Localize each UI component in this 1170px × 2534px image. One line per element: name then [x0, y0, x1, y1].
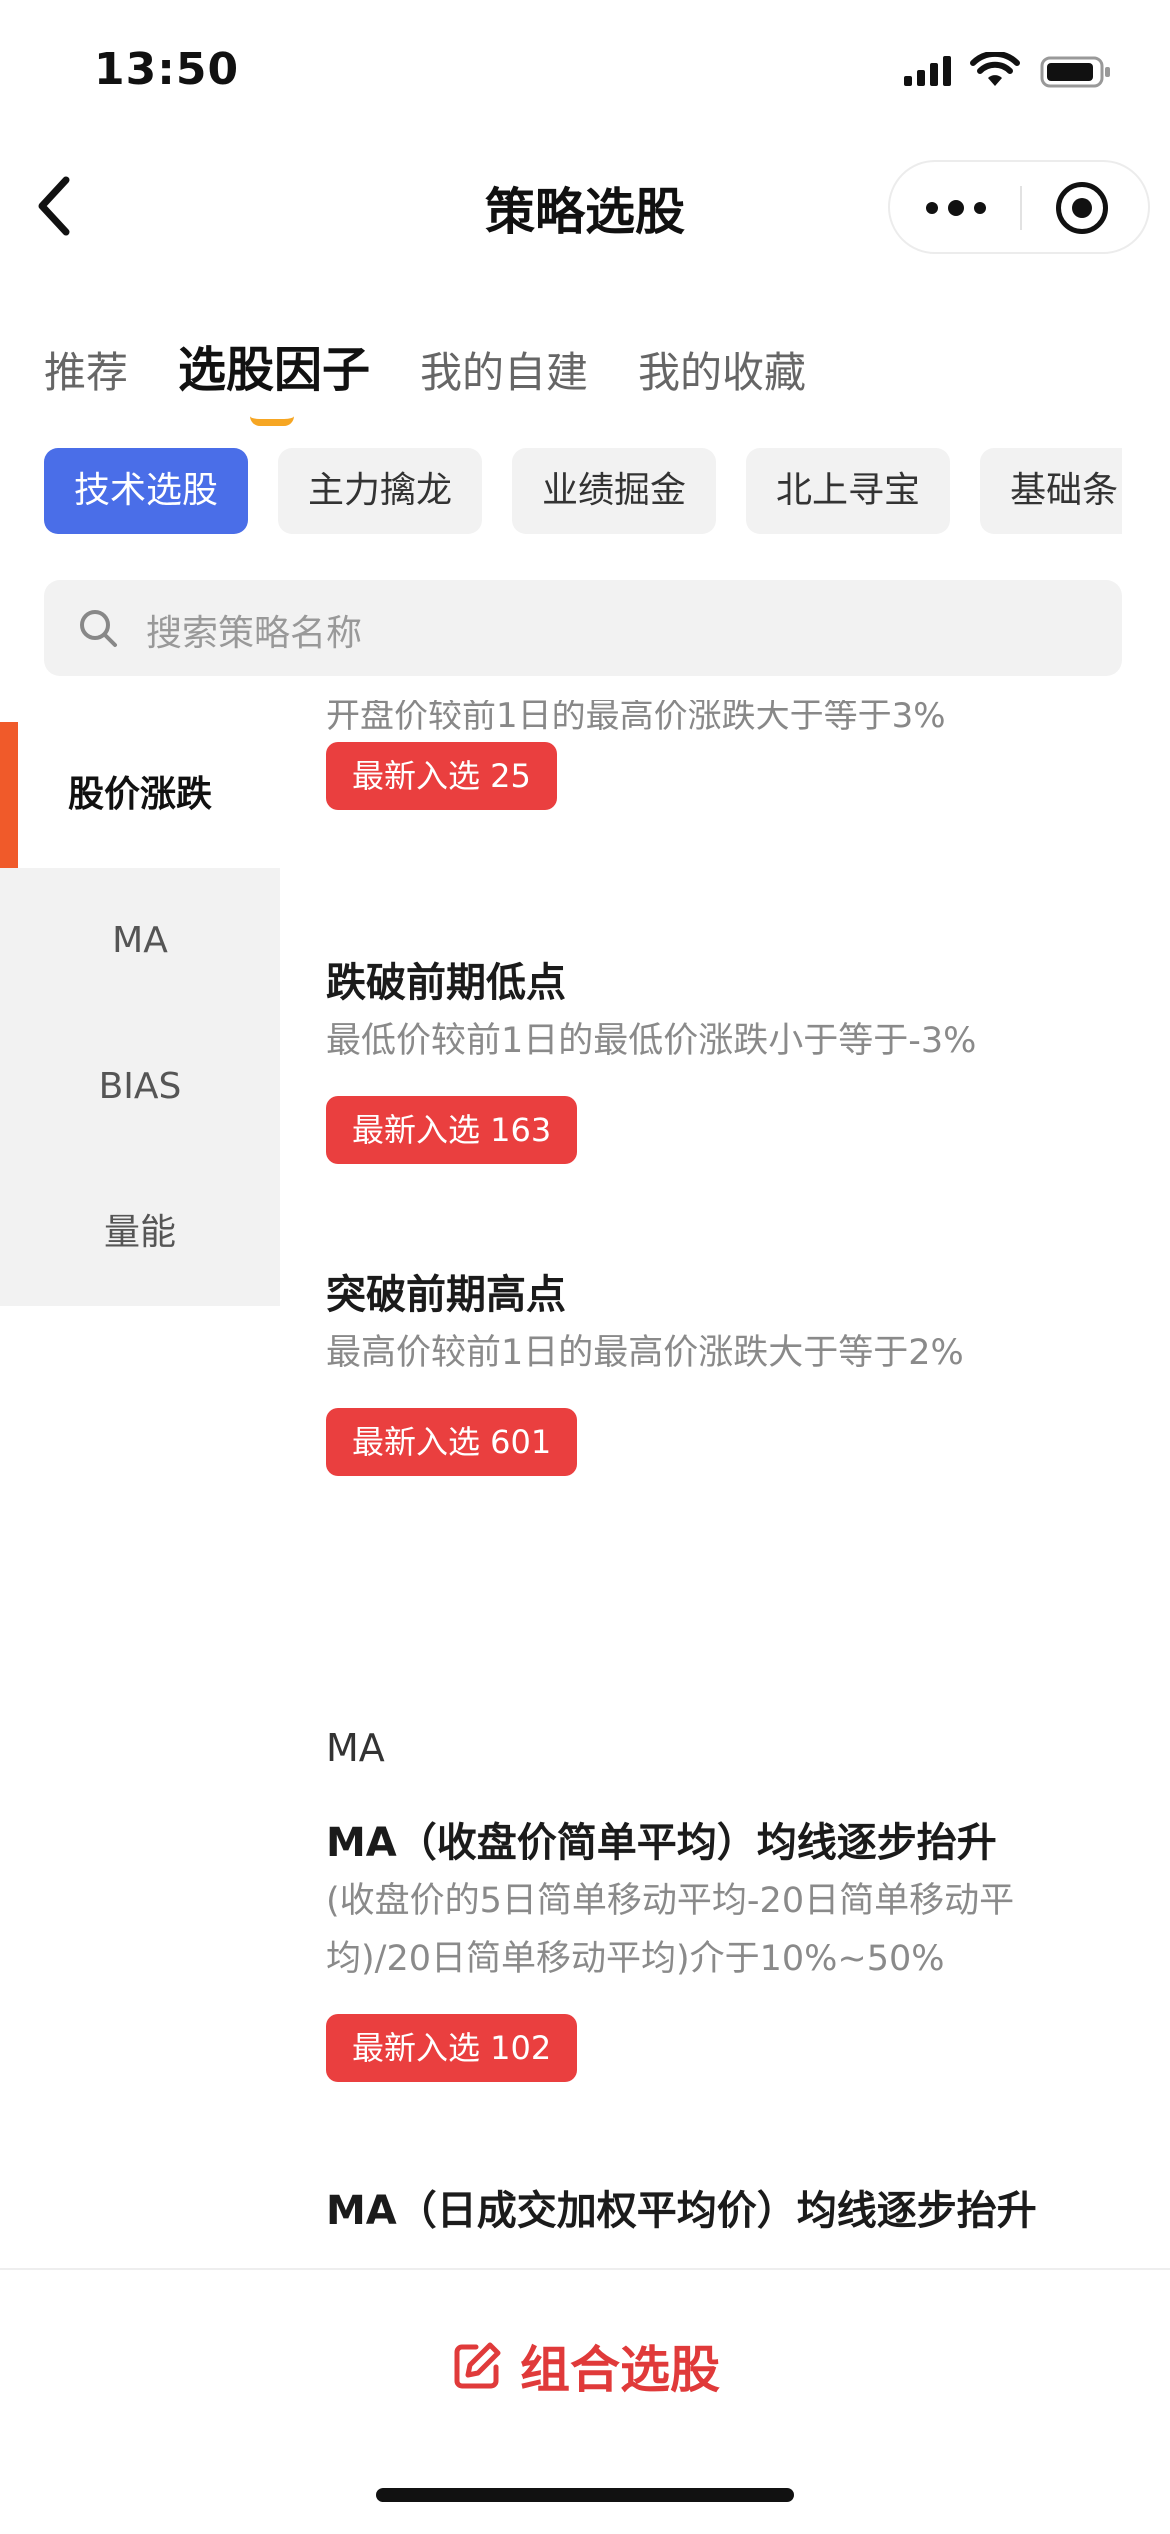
home-indicator — [376, 2488, 794, 2502]
tab-my-favorites[interactable]: 我的收藏 — [638, 339, 806, 400]
strategy-list: 开盘价较前1日的最高价涨跌大于等于3% 最新入选 25 跌破前期低点 最低价较前… — [326, 700, 1146, 2260]
list-item[interactable]: 跌破前期低点 最低价较前1日的最低价涨跌小于等于-3% 最新入选 163 — [326, 950, 976, 1164]
sidebar-item-volume[interactable]: 量能 — [0, 1160, 280, 1306]
strategy-desc-line2: 均)/20日简单移动平均)介于10%~50% — [326, 1939, 945, 1979]
strategy-title: MA（日成交加权平均价）均线逐步抬升 — [326, 2188, 1037, 2234]
chip-basic[interactable]: 基础条 — [980, 448, 1122, 534]
edit-icon — [454, 2342, 501, 2389]
list-item[interactable]: MA（收盘价简单平均）均线逐步抬升 (收盘价的5日简单移动平均-20日简单移动平… — [326, 1810, 1126, 2082]
section-header-ma: MA — [326, 1726, 385, 1770]
search-placeholder: 搜索策略名称 — [146, 613, 363, 654]
list-item[interactable]: 突破前期高点 最高价较前1日的最高价涨跌大于等于2% 最新入选 601 — [326, 1262, 964, 1476]
strategy-title: 跌破前期低点 — [326, 960, 566, 1006]
tab-my-built[interactable]: 我的自建 — [420, 339, 588, 400]
search-icon — [80, 610, 117, 647]
new-picks-badge[interactable]: 最新入选 163 — [326, 1096, 578, 1164]
mini-program-capsule — [888, 160, 1150, 254]
sidebar-item-bias[interactable]: BIAS — [0, 1014, 280, 1160]
combo-select-button[interactable]: 组合选股 — [0, 2330, 1170, 2402]
chip-northbound[interactable]: 北上寻宝 — [746, 448, 951, 534]
strategy-desc: 最低价较前1日的最低价涨跌小于等于-3% — [326, 1021, 977, 1061]
new-picks-badge[interactable]: 最新入选 102 — [326, 2014, 578, 2082]
strategy-title: 突破前期高点 — [326, 1272, 566, 1318]
strategy-desc-line1: (收盘价的5日简单移动平均-20日简单移动平 — [326, 1881, 1015, 1921]
tab-recommend[interactable]: 推荐 — [44, 339, 128, 400]
search-input[interactable]: 搜索策略名称 — [44, 580, 1122, 676]
chip-performance[interactable]: 业绩掘金 — [512, 448, 717, 534]
chip-main-force[interactable]: 主力擒龙 — [278, 448, 483, 534]
close-target-icon[interactable] — [1056, 182, 1108, 234]
cellular-signal-icon — [904, 56, 951, 86]
tab-factors-label: 选股因子 — [178, 342, 371, 398]
list-item[interactable]: MA（日成交加权平均价）均线逐步抬升 — [326, 2178, 1037, 2236]
clipped-item-desc: 开盘价较前1日的最高价涨跌大于等于3% — [326, 700, 946, 736]
wifi-icon — [970, 52, 1020, 86]
new-picks-badge[interactable]: 最新入选 601 — [326, 1408, 578, 1476]
chip-technical[interactable]: 技术选股 — [44, 448, 249, 534]
strategy-desc: 最高价较前1日的最高价涨跌大于等于2% — [326, 1333, 964, 1373]
sidebar-item-price-change[interactable]: 股价涨跌 — [0, 722, 280, 868]
capsule-divider — [1020, 186, 1022, 230]
category-sidebar: 股价涨跌 MA BIAS 量能 — [0, 722, 280, 1306]
tab-active-indicator — [250, 416, 295, 426]
factor-tabs: 推荐 选股因子 我的自建 我的收藏 — [44, 330, 806, 426]
combo-select-label: 组合选股 — [520, 2341, 720, 2399]
bottom-action-bar: 组合选股 — [0, 2268, 1170, 2534]
tab-factors[interactable]: 选股因子 — [178, 330, 371, 426]
strategy-title: MA（收盘价简单平均）均线逐步抬升 — [326, 1820, 997, 1866]
battery-icon — [1040, 56, 1110, 88]
status-time: 13:50 — [94, 44, 240, 95]
more-icon[interactable] — [926, 200, 986, 216]
sidebar-item-ma[interactable]: MA — [0, 868, 280, 1014]
strategy-chips: 技术选股 主力擒龙 业绩掘金 北上寻宝 基础条 — [44, 448, 1122, 536]
new-picks-badge[interactable]: 最新入选 25 — [326, 742, 557, 810]
